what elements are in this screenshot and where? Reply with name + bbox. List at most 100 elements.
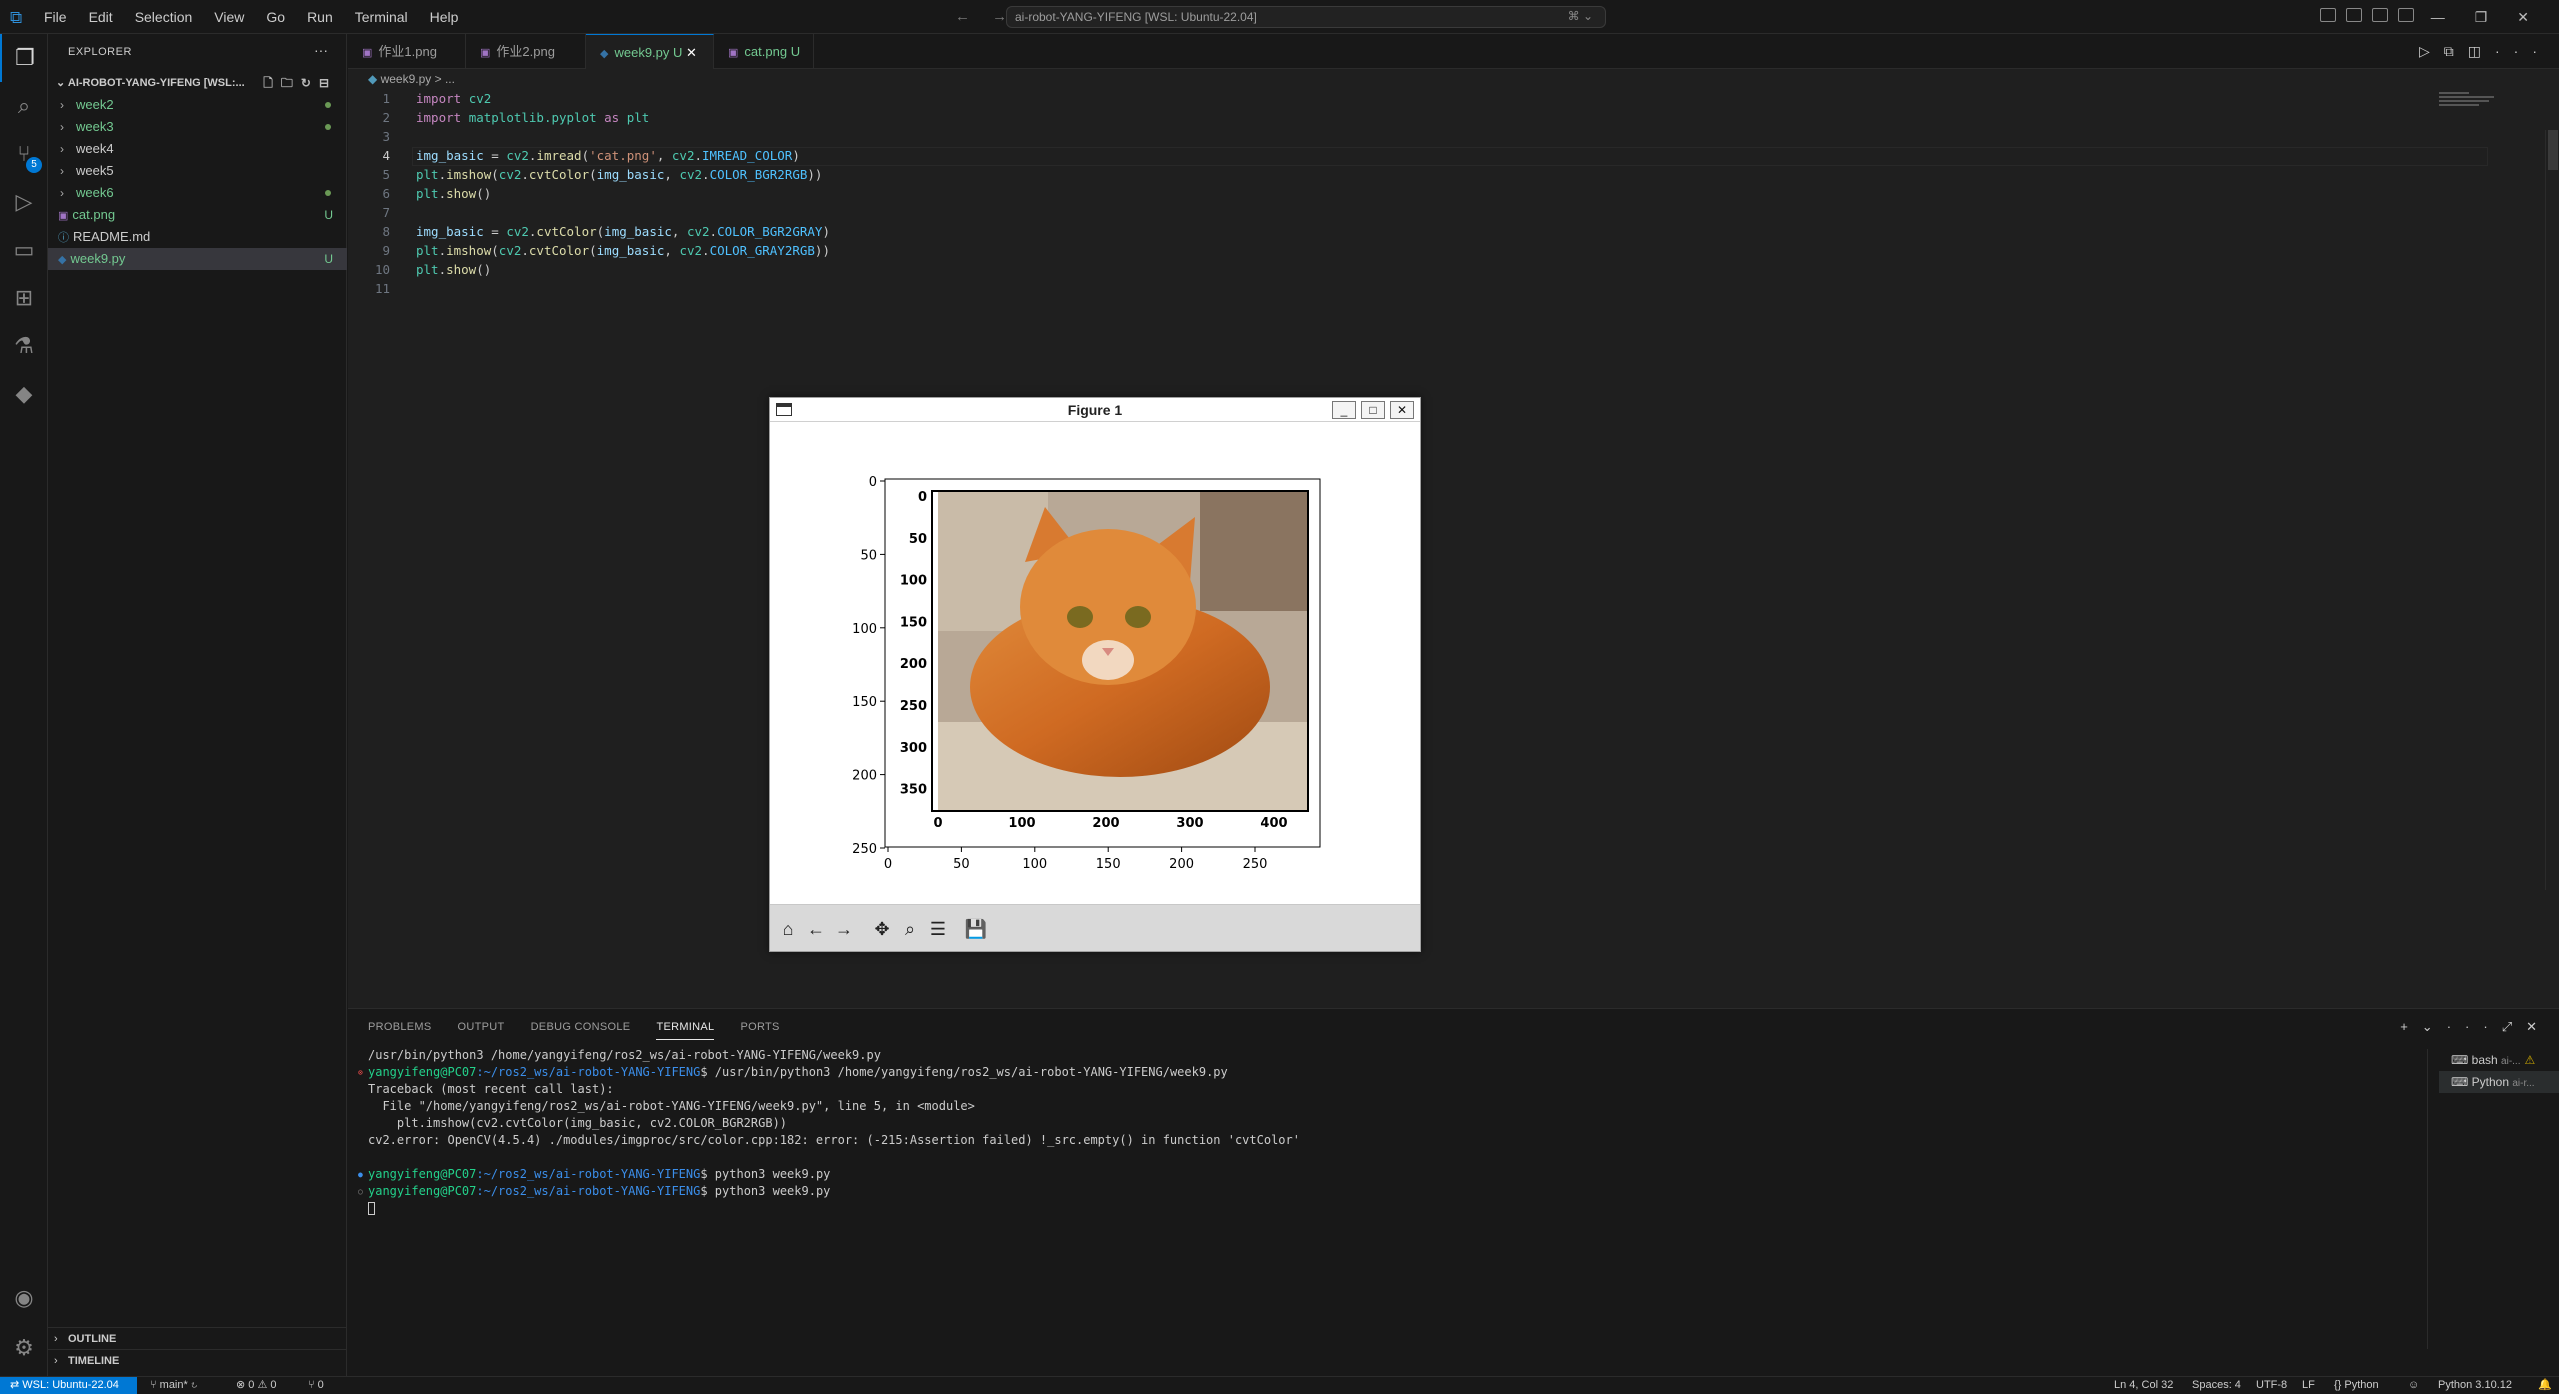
more-icon[interactable]: ···	[2447, 1019, 2502, 1034]
open-changes-icon[interactable]: ⧉	[2444, 43, 2468, 59]
back-icon[interactable]: ←	[804, 917, 828, 941]
tree-item-week6[interactable]: › week6	[48, 182, 347, 204]
tree-item-week9-py[interactable]: ◆ week9.py U	[48, 248, 347, 270]
tab-output[interactable]: OUTPUT	[458, 1021, 505, 1033]
outer-y-tick-label: 150	[852, 695, 877, 710]
testing-icon[interactable]: ⚗	[0, 322, 48, 370]
tree-item-week2[interactable]: › week2	[48, 94, 347, 116]
error-marker-icon[interactable]: ⊗	[358, 1064, 363, 1081]
menu-file[interactable]: File	[44, 9, 67, 25]
new-terminal-icon[interactable]: +⌄	[2400, 1019, 2446, 1034]
breadcrumb-rest[interactable]: > ...	[435, 72, 455, 86]
configure-subplots-icon[interactable]: ☰	[926, 917, 950, 941]
tree-item-week5[interactable]: › week5	[48, 160, 347, 182]
problems-indicator[interactable]: ⊗ 0 ⚠ 0	[236, 1377, 277, 1393]
terminal-item-bash[interactable]: ⌨ bash ai-... ⚠	[2439, 1049, 2559, 1071]
run-debug-icon[interactable]: ▷	[0, 178, 48, 226]
tab-cat-png[interactable]: ▣ cat.png U	[714, 34, 814, 69]
figure-titlebar[interactable]: Figure 1 _ □ ✕	[770, 398, 1420, 422]
settings-gear-icon[interactable]: ⚙	[0, 1324, 48, 1372]
terminal-scrollbar[interactable]	[2427, 1049, 2439, 1349]
toggle-sidebar-icon[interactable]	[2346, 8, 2362, 22]
toggle-secondary-sidebar-icon[interactable]	[2398, 8, 2414, 22]
tree-item-readme[interactable]: ⓘ README.md	[48, 226, 347, 248]
timeline-section[interactable]: › TIMELINE	[48, 1349, 347, 1371]
terminal-item-python[interactable]: ⌨ Python ai-r...	[2439, 1071, 2559, 1093]
home-icon[interactable]: ⌂	[776, 917, 800, 941]
copilot-status-icon[interactable]: ☺	[2408, 1377, 2419, 1393]
running-marker-icon[interactable]: ○	[358, 1183, 363, 1200]
menu-view[interactable]: View	[214, 9, 244, 25]
scrollbar-thumb[interactable]	[2548, 130, 2558, 170]
tree-item-cat-png[interactable]: ▣ cat.png U	[48, 204, 347, 226]
more-actions-icon[interactable]: ···	[314, 42, 328, 58]
run-python-icon[interactable]: ▷	[2419, 43, 2444, 59]
refresh-icon[interactable]: ↻	[301, 76, 319, 90]
menu-terminal[interactable]: Terminal	[355, 9, 408, 25]
menu-help[interactable]: Help	[430, 9, 459, 25]
language-mode[interactable]: {} Python	[2334, 1377, 2379, 1393]
cursor-position[interactable]: Ln 4, Col 32	[2114, 1377, 2173, 1393]
more-icon[interactable]: ···	[2495, 43, 2551, 59]
tree-item-week4[interactable]: › week4	[48, 138, 347, 160]
breadcrumb-file[interactable]: week9.py	[381, 72, 432, 86]
indentation[interactable]: Spaces: 4	[2192, 1377, 2241, 1393]
figure-minimize-icon[interactable]: _	[1332, 401, 1356, 419]
pan-icon[interactable]: ✥	[870, 917, 894, 941]
python-icon[interactable]: ◆	[0, 370, 48, 418]
outline-section[interactable]: › OUTLINE	[48, 1327, 347, 1349]
project-header[interactable]: ⌄ AI-ROBOT-YANG-YIFENG [WSL:... 🗋🗀↻⊟	[48, 72, 347, 94]
minimize-icon[interactable]: —	[2431, 9, 2445, 25]
tab-zuoye1[interactable]: ▣ 作业1.png	[348, 34, 466, 69]
encoding[interactable]: UTF-8	[2256, 1377, 2287, 1393]
close-panel-icon[interactable]: ✕	[2526, 1019, 2551, 1034]
command-center[interactable]: ai-robot-YANG-YIFENG [WSL: Ubuntu-22.04]…	[1006, 6, 1606, 28]
remote-explorer-icon[interactable]: ▭	[0, 226, 48, 274]
menu-run[interactable]: Run	[307, 9, 333, 25]
zoom-icon[interactable]: ⌕	[898, 917, 922, 941]
back-arrow-icon[interactable]: ←	[955, 8, 970, 25]
collapse-all-icon[interactable]: ⊟	[319, 76, 337, 90]
menu-go[interactable]: Go	[266, 9, 285, 25]
ports-indicator[interactable]: ⑂ 0	[308, 1377, 324, 1393]
remote-indicator[interactable]: ⇄ WSL: Ubuntu-22.04	[0, 1377, 137, 1394]
maximize-panel-icon[interactable]: ⤢	[2502, 1019, 2526, 1034]
search-icon[interactable]: ⌕	[0, 82, 48, 130]
minimap[interactable]	[2439, 92, 2499, 112]
forward-arrow-icon[interactable]: →	[992, 8, 1007, 25]
account-icon[interactable]: ◉	[0, 1274, 48, 1322]
new-file-icon[interactable]: 🗋	[263, 76, 281, 90]
tab-week9-py[interactable]: ◆ week9.py U ✕	[586, 34, 714, 69]
copilot-icon[interactable]: ⌘ ⌄	[1568, 9, 1593, 23]
tab-ports[interactable]: PORTS	[740, 1021, 779, 1033]
forward-icon[interactable]: →	[832, 917, 856, 941]
branch-indicator[interactable]: ⑂ main* ↻	[150, 1377, 197, 1393]
menu-selection[interactable]: Selection	[135, 9, 193, 25]
figure-canvas[interactable]: 0 50 100 150 200 250 0 50 100 150 200 250 0 100 200 30…	[770, 422, 1420, 909]
toggle-panel-icon[interactable]	[2372, 8, 2388, 22]
line-ending[interactable]: LF	[2302, 1377, 2315, 1393]
success-marker-icon[interactable]: ●	[358, 1166, 363, 1183]
notifications-icon[interactable]: 🔔	[2538, 1377, 2552, 1393]
tree-item-week3[interactable]: › week3	[48, 116, 347, 138]
python-interpreter[interactable]: Python 3.10.12	[2438, 1377, 2512, 1393]
terminal-output[interactable]: /usr/bin/python3 /home/yangyifeng/ros2_w…	[358, 1047, 2468, 1217]
editor-scrollbar[interactable]	[2545, 130, 2559, 890]
figure-maximize-icon[interactable]: □	[1361, 401, 1385, 419]
tab-zuoye2[interactable]: ▣ 作业2.png	[466, 34, 586, 69]
explorer-icon[interactable]: ❐	[0, 34, 48, 82]
tab-debug-console[interactable]: DEBUG CONSOLE	[531, 1021, 631, 1033]
new-folder-icon[interactable]: 🗀	[281, 76, 301, 90]
close-window-icon[interactable]: ✕	[2517, 9, 2529, 26]
figure-close-icon[interactable]: ✕	[1390, 401, 1414, 419]
close-tab-icon[interactable]: ✕	[686, 45, 697, 60]
extensions-icon[interactable]: ⊞	[0, 274, 48, 322]
tab-terminal[interactable]: TERMINAL	[656, 1021, 715, 1040]
restore-icon[interactable]: ❐	[2475, 9, 2488, 26]
tab-problems[interactable]: PROBLEMS	[368, 1021, 432, 1033]
menu-edit[interactable]: Edit	[89, 9, 113, 25]
save-figure-icon[interactable]: 💾	[964, 917, 988, 941]
source-control-icon[interactable]: ⑂ 5	[0, 130, 48, 178]
split-editor-icon[interactable]: ◫	[2468, 43, 2495, 59]
customize-layout-icon[interactable]	[2320, 8, 2336, 22]
